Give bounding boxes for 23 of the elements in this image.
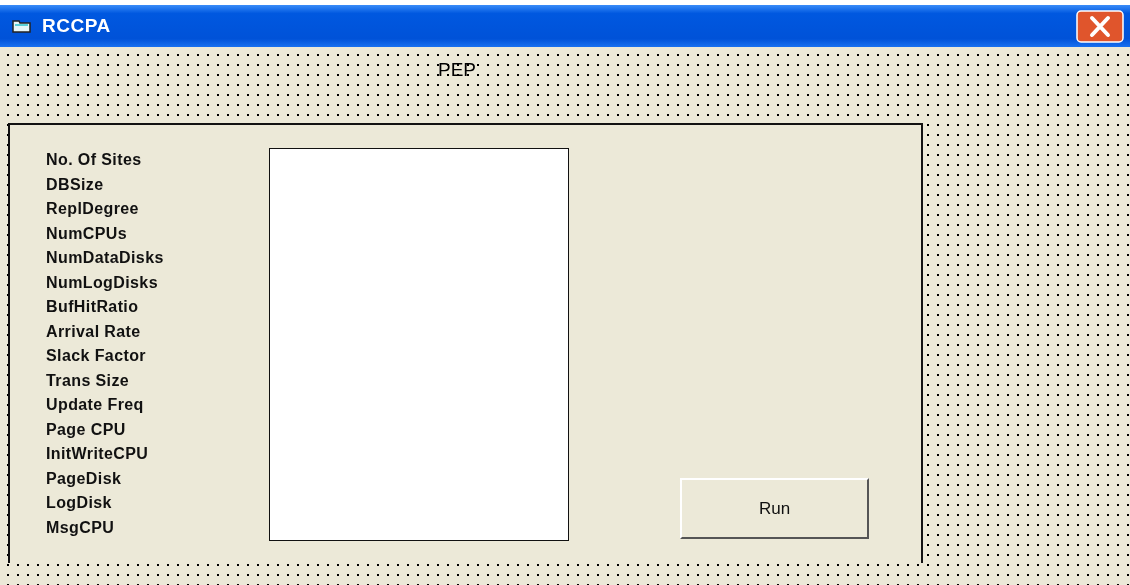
field-label: No. Of Sites	[46, 150, 143, 170]
field-label: PageDisk	[46, 468, 123, 489]
form-heading: PEP	[438, 59, 477, 80]
field-label: Slack Factor	[46, 346, 147, 366]
field-label: InitWriteCPU	[46, 444, 150, 464]
field-label: LogDisk	[46, 493, 113, 513]
field-label: Arrival Rate	[46, 321, 142, 342]
window-icon	[12, 19, 32, 33]
field-label: Update Freq	[46, 395, 145, 415]
field-label: NumDataDisks	[46, 248, 165, 268]
field-label: Trans Size	[46, 370, 131, 391]
field-label: MsgCPU	[46, 517, 116, 538]
window-title: RCCPA	[42, 15, 112, 37]
field-label: DBSize	[46, 174, 105, 195]
input-field[interactable]	[269, 148, 569, 174]
input-field[interactable]	[269, 515, 569, 541]
close-icon[interactable]	[1076, 9, 1124, 43]
field-label: NumLogDisks	[46, 272, 159, 293]
field-label: Page CPU	[46, 419, 127, 440]
field-label: BufHitRatio	[46, 297, 140, 317]
field-label: ReplDegree	[46, 199, 140, 219]
field-label: NumCPUs	[46, 223, 129, 244]
run-button[interactable]: Run	[680, 478, 869, 539]
